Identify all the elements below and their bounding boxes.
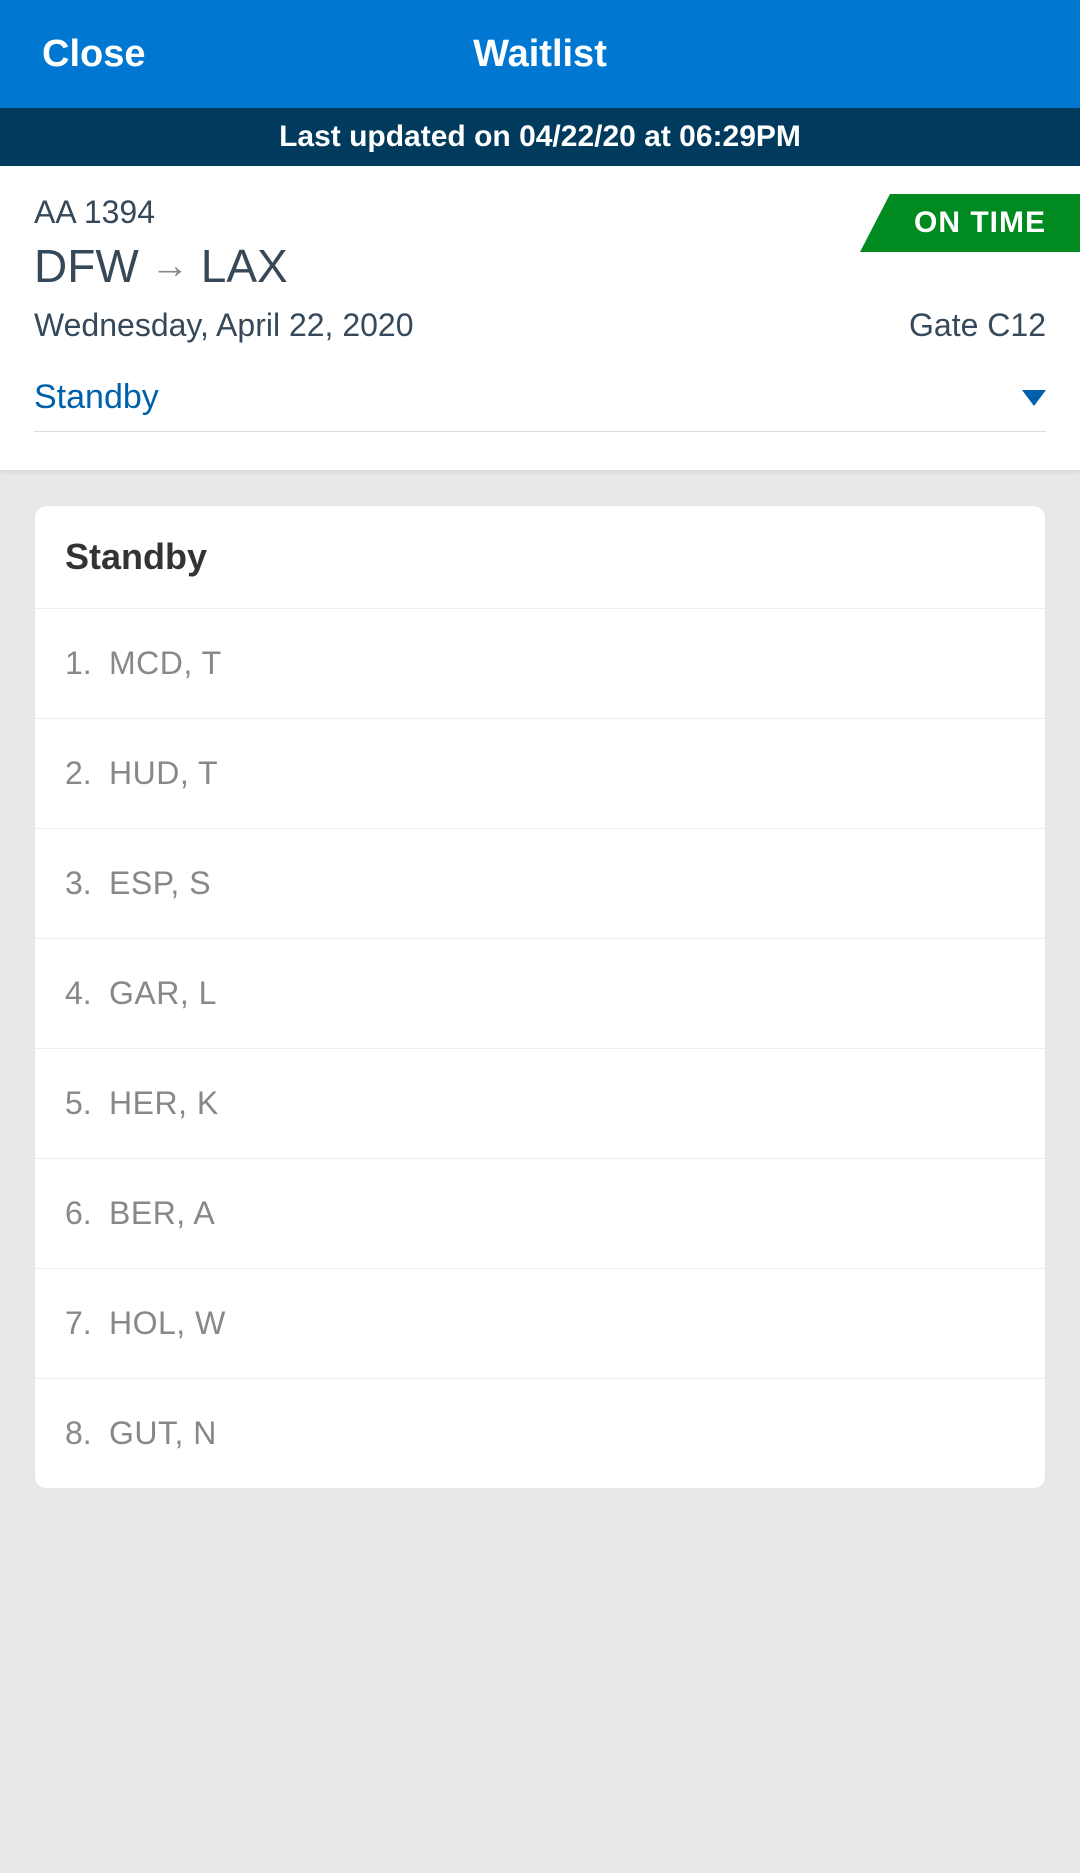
passenger-name: BER, A [109, 1195, 215, 1232]
list-item: 4. GAR, L [35, 939, 1045, 1049]
flight-date: Wednesday, April 22, 2020 [34, 307, 414, 344]
passenger-name: HUD, T [109, 755, 218, 792]
list-item: 3. ESP, S [35, 829, 1045, 939]
passenger-name: ESP, S [109, 865, 211, 902]
content-area: Standby 1. MCD, T 2. HUD, T 3. ESP, S 4.… [0, 471, 1080, 1523]
standby-list-card: Standby 1. MCD, T 2. HUD, T 3. ESP, S 4.… [34, 505, 1046, 1489]
list-item: 2. HUD, T [35, 719, 1045, 829]
list-item: 8. GUT, N [35, 1379, 1045, 1488]
list-title: Standby [35, 506, 1045, 609]
list-position: 8. [65, 1415, 109, 1452]
origin-code: DFW [34, 239, 139, 293]
page-title: Waitlist [473, 33, 607, 76]
list-position: 1. [65, 645, 109, 682]
list-item: 7. HOL, W [35, 1269, 1045, 1379]
list-item: 1. MCD, T [35, 609, 1045, 719]
list-position: 4. [65, 975, 109, 1012]
chevron-down-icon [1022, 390, 1046, 406]
list-position: 7. [65, 1305, 109, 1342]
flight-summary: ON TIME AA 1394 DFW → LAX Wednesday, Apr… [0, 166, 1080, 471]
list-item: 6. BER, A [35, 1159, 1045, 1269]
list-position: 3. [65, 865, 109, 902]
passenger-name: GUT, N [109, 1415, 217, 1452]
passenger-name: GAR, L [109, 975, 217, 1012]
flight-gate: Gate C12 [909, 307, 1046, 344]
close-button[interactable]: Close [42, 33, 145, 76]
status-badge: ON TIME [860, 194, 1080, 252]
passenger-name: HOL, W [109, 1305, 226, 1342]
destination-code: LAX [201, 239, 288, 293]
header-bar: Close Waitlist [0, 0, 1080, 108]
last-updated-bar: Last updated on 04/22/20 at 06:29PM [0, 108, 1080, 166]
list-position: 6. [65, 1195, 109, 1232]
dropdown-label: Standby [34, 378, 159, 417]
list-item: 5. HER, K [35, 1049, 1045, 1159]
list-position: 2. [65, 755, 109, 792]
arrow-right-icon: → [151, 245, 189, 288]
list-position: 5. [65, 1085, 109, 1122]
list-type-dropdown[interactable]: Standby [34, 370, 1046, 432]
passenger-name: HER, K [109, 1085, 219, 1122]
passenger-name: MCD, T [109, 645, 222, 682]
